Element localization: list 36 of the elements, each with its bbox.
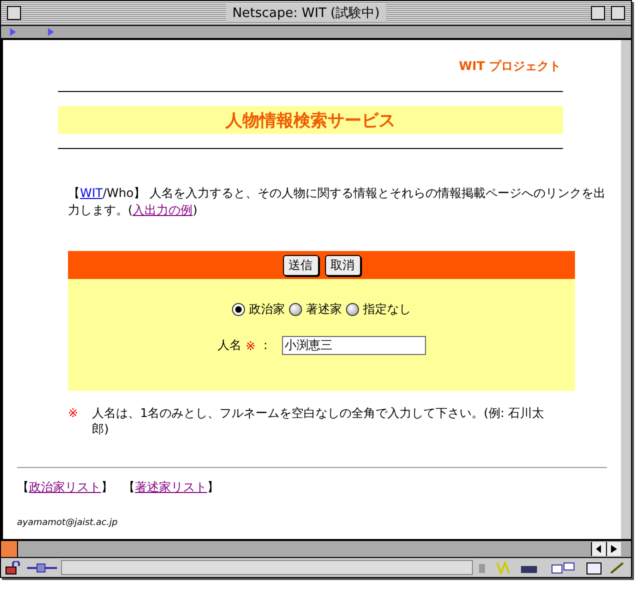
name-input[interactable]: 小渕恵三 — [282, 336, 426, 355]
colon: ： — [260, 337, 272, 354]
bracket: 】 — [207, 480, 219, 494]
scroll-left-icon[interactable] — [591, 542, 606, 556]
window-title: Netscape: WIT (試験中) — [226, 4, 386, 22]
field-label: 人名 — [217, 337, 242, 354]
text-link[interactable]: WIT — [80, 186, 103, 200]
list-link[interactable]: 著述家リスト — [135, 480, 207, 494]
zoom-box-icon[interactable] — [591, 6, 605, 20]
banner-title: 人物情報検索サービス — [58, 106, 563, 134]
bracket: 【 — [17, 480, 29, 494]
intro-text: 【WIT/Who】 人名を入力すると、その人物に関する情報とそれらの情報掲載ページへのリンクを出力します。(入出力の例) — [68, 185, 606, 219]
project-label: WIT プロジェクト — [458, 58, 561, 75]
bracket: 】 — [101, 480, 113, 494]
close-box-icon[interactable] — [7, 6, 21, 20]
contact-email: ayamamot@jaist.ac.jp — [17, 518, 119, 528]
radio-label: 政治家 — [249, 301, 285, 318]
cancel-button[interactable]: 取消 — [324, 254, 360, 276]
scroll-right-icon[interactable] — [606, 542, 621, 556]
note-mark: ※ — [68, 405, 78, 422]
radio-button[interactable] — [289, 303, 302, 316]
radio-label: 指定なし — [363, 301, 411, 318]
radio-label: 著述家 — [306, 301, 342, 318]
plug-icon[interactable] — [27, 562, 57, 572]
bracket: 【 — [123, 480, 135, 494]
scroll-thumb[interactable] — [1, 541, 18, 557]
list-link[interactable]: 政治家リスト — [29, 480, 101, 494]
submit-button[interactable]: 送信 — [282, 254, 318, 276]
collapse-box-icon[interactable] — [611, 6, 625, 20]
radio-button[interactable] — [232, 303, 245, 316]
note-text: 人名は、1名のみとし、フルネームを空白なしの全角で入力して下さい。(例: 石川太郎) — [92, 405, 546, 437]
padlock-icon[interactable] — [5, 560, 23, 574]
required-mark: ※ — [245, 338, 256, 352]
text-link[interactable]: 入出力の例 — [132, 203, 193, 217]
horizontal-scrollbar[interactable] — [1, 539, 631, 558]
radio-button[interactable] — [346, 303, 359, 316]
